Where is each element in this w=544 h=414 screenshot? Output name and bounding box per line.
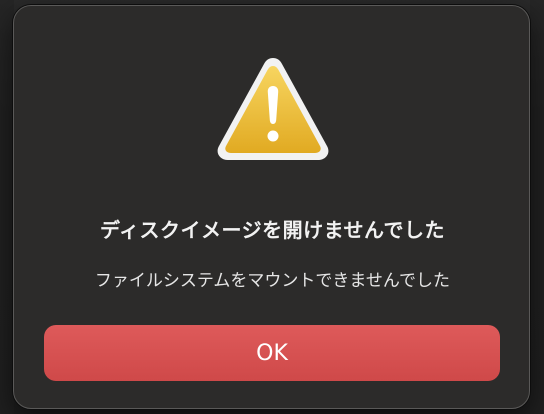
- dialog-title: ディスクイメージを開けませんでした: [99, 218, 446, 242]
- warning-triangle-icon: [214, 52, 332, 164]
- background-window-edge-right: [530, 0, 544, 414]
- background-window-edge: [0, 0, 14, 414]
- alert-dialog: ディスクイメージを開けませんでした ファイルシステムをマウントできませんでした …: [13, 5, 530, 409]
- ok-button[interactable]: OK: [44, 325, 500, 381]
- dialog-message: ファイルシステムをマウントできませんでした: [94, 271, 451, 291]
